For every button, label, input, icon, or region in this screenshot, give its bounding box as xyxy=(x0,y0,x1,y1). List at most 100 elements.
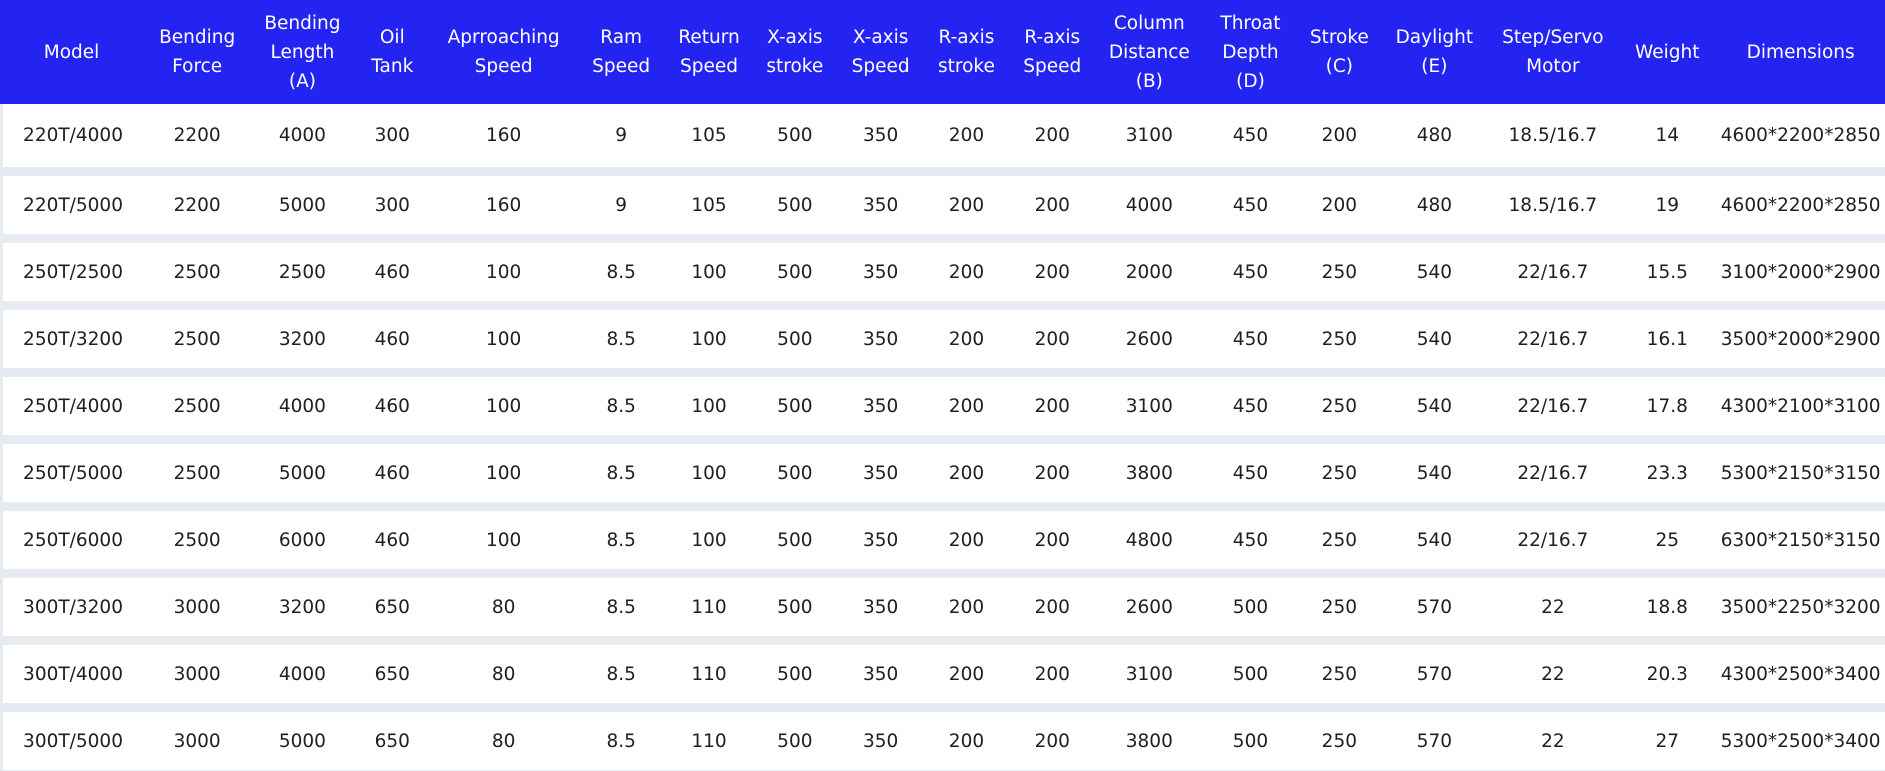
column-header-line: Speed xyxy=(1023,56,1082,77)
table-cell: 8.5 xyxy=(576,703,667,770)
table-cell: 22/16.7 xyxy=(1487,301,1619,368)
table-cell: 450 xyxy=(1203,104,1298,167)
table-cell: 100 xyxy=(666,301,752,368)
column-header-line: (B) xyxy=(1135,70,1163,92)
column-header: Stroke (C) xyxy=(1297,0,1382,104)
column-header-line: Stroke xyxy=(1309,27,1369,48)
table-cell: 500 xyxy=(751,104,838,167)
table-cell: 350 xyxy=(837,435,924,502)
table-cell: 15.5 xyxy=(1618,234,1717,301)
column-header-line: Daylight xyxy=(1395,27,1474,48)
table-cell: 570 xyxy=(1381,703,1488,770)
table-cell: 500 xyxy=(751,636,838,703)
table-cell: 500 xyxy=(751,167,838,234)
table-row: 300T/3200 3000 3200 650 80 8.5 110 500 350 200 200… xyxy=(0,569,1885,636)
column-header: Weight xyxy=(1618,0,1717,104)
table-row: 220T/4000 2200 4000 300 160 9 105 500 350 200 200 3… xyxy=(0,104,1885,167)
table-cell: 18.5/16.7 xyxy=(1487,104,1619,167)
column-header: Oil Tank xyxy=(353,0,432,104)
table-cell: 500 xyxy=(751,234,838,301)
column-header-line: R-axis xyxy=(1024,27,1081,48)
table-cell: 540 xyxy=(1381,368,1488,435)
table-body: 220T/4000 2200 4000 300 160 9 105 500 350 200 200 3… xyxy=(0,104,1885,770)
table-cell: 480 xyxy=(1381,167,1488,234)
column-header: Aprroaching Speed xyxy=(431,0,577,104)
table-cell: 200 xyxy=(1009,167,1096,234)
table-cell: 500 xyxy=(751,301,838,368)
table-cell: 350 xyxy=(837,569,924,636)
table-cell: 300 xyxy=(353,167,432,234)
table-cell: 9 xyxy=(576,167,667,234)
column-header-line: (A) xyxy=(288,70,316,92)
table-cell: 4300*2500*3400 xyxy=(1716,636,1885,703)
table-cell: 18.5/16.7 xyxy=(1487,167,1619,234)
table-cell: 200 xyxy=(1009,301,1096,368)
table-cell: 460 xyxy=(353,234,432,301)
table-cell: 6000 xyxy=(251,502,354,569)
table-cell: 80 xyxy=(431,703,577,770)
table-cell: 500 xyxy=(751,435,838,502)
table-cell: 350 xyxy=(837,301,924,368)
table-cell: 300 xyxy=(353,104,432,167)
table-cell: 19 xyxy=(1618,167,1717,234)
table-cell: 25 xyxy=(1618,502,1717,569)
table-cell: 500 xyxy=(751,502,838,569)
table-cell: 200 xyxy=(923,569,1010,636)
column-header-line: stroke xyxy=(938,56,995,77)
table-cell: 3800 xyxy=(1095,703,1204,770)
table-cell: 110 xyxy=(666,703,752,770)
column-header-line: Distance xyxy=(1108,41,1190,63)
table-cell: 8.5 xyxy=(576,368,667,435)
table-cell: 200 xyxy=(1009,234,1096,301)
table-cell: 8.5 xyxy=(576,301,667,368)
column-header-line: Weight xyxy=(1635,41,1700,63)
table-cell: 200 xyxy=(1297,167,1382,234)
column-header-line: Depth xyxy=(1222,41,1279,63)
table-cell: 450 xyxy=(1203,301,1298,368)
column-header: Bending Length (A) xyxy=(251,0,354,104)
table-row: 300T/5000 3000 5000 650 80 8.5 110 500 350 200 200… xyxy=(0,703,1885,770)
table-cell: 300T/4000 xyxy=(0,636,144,703)
table-cell: 250 xyxy=(1297,703,1382,770)
table-cell: 650 xyxy=(353,703,432,770)
column-header-line: Ram xyxy=(600,27,643,48)
table-cell: 200 xyxy=(923,234,1010,301)
table-cell: 350 xyxy=(837,167,924,234)
table-cell: 100 xyxy=(431,368,577,435)
table-cell: 460 xyxy=(353,301,432,368)
column-header-line: Length xyxy=(270,41,335,63)
table-cell: 100 xyxy=(666,234,752,301)
table-cell: 650 xyxy=(353,569,432,636)
table-cell: 200 xyxy=(923,104,1010,167)
table-header: Model Bending Force Bending Length (A) Oil Tank… xyxy=(0,0,1885,104)
table-cell: 250 xyxy=(1297,502,1382,569)
table-cell: 450 xyxy=(1203,435,1298,502)
table-cell: 3100 xyxy=(1095,368,1204,435)
table-cell: 480 xyxy=(1381,104,1488,167)
table-cell: 500 xyxy=(1203,569,1298,636)
table-cell: 200 xyxy=(1297,104,1382,167)
column-header-line: Bending xyxy=(159,27,236,48)
table-cell: 2500 xyxy=(143,368,252,435)
column-header-line: Model xyxy=(43,41,100,63)
table-cell: 350 xyxy=(837,234,924,301)
table-cell: 350 xyxy=(837,636,924,703)
column-header: Return Speed xyxy=(666,0,752,104)
column-header: X-axis Speed xyxy=(837,0,924,104)
table-row: 250T/3200 2500 3200 460 100 8.5 100 500 350 200 20… xyxy=(0,301,1885,368)
table-cell: 2200 xyxy=(143,104,252,167)
table-cell: 4300*2100*3100 xyxy=(1716,368,1885,435)
table-cell: 250 xyxy=(1297,636,1382,703)
table-cell: 2600 xyxy=(1095,301,1204,368)
table-cell: 100 xyxy=(666,435,752,502)
column-header-line: Force xyxy=(172,56,223,77)
column-header: Model xyxy=(0,0,144,104)
column-header-line: Speed xyxy=(592,56,651,77)
table-cell: 5300*2150*3150 xyxy=(1716,435,1885,502)
table-cell: 80 xyxy=(431,636,577,703)
column-header-line: Tank xyxy=(371,56,414,77)
table-cell: 200 xyxy=(1009,502,1096,569)
column-header-line: Dimensions xyxy=(1746,41,1855,63)
table-cell: 540 xyxy=(1381,301,1488,368)
table-cell: 22 xyxy=(1487,636,1619,703)
